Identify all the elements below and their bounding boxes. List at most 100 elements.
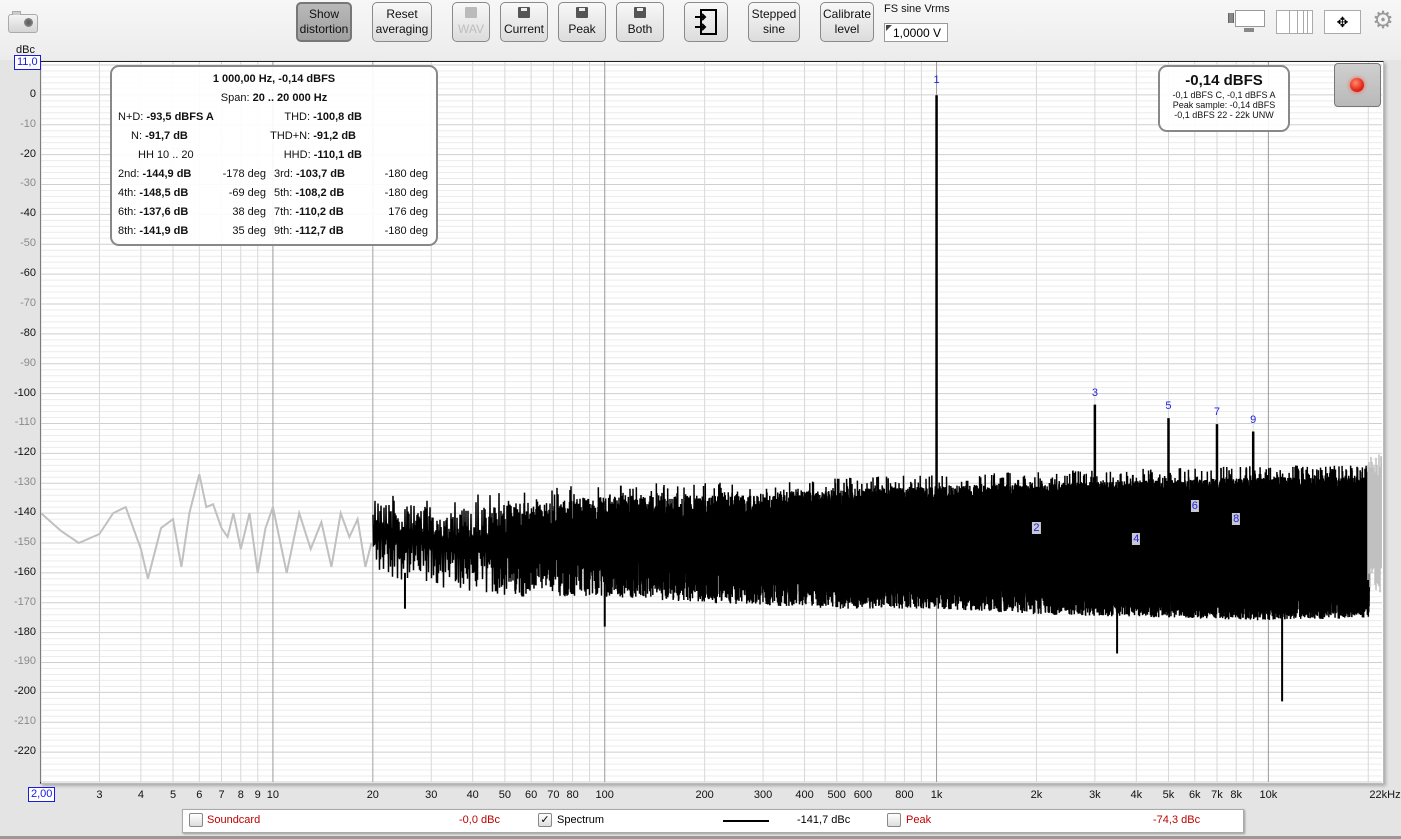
x-tick-label: 400 [795,789,814,801]
harmonic-level: 9th: -112,7 dB [274,225,344,237]
harmonic-label: 3rd: [274,168,297,180]
y-tick-label: -140 [13,506,36,519]
y-tick-label: -30 [20,177,36,190]
harmonic-phase: -180 deg [384,187,428,199]
spectrum-checkbox[interactable]: ✓ [538,813,552,827]
x-tick-label: 100 [595,789,614,801]
thd-value: -100,8 dB [313,111,362,123]
harmonic-level: 7th: -110,2 dB [274,206,344,218]
record-button[interactable] [1334,63,1381,107]
info-title: 1 000,00 Hz, -0,14 dBFS [212,73,336,85]
harmonic-level: 2nd: -144,9 dB [118,168,191,180]
y-tick-label: -210 [13,715,36,728]
harmonic-label: 2nd: [118,168,143,180]
y-tick-label: -50 [20,237,36,250]
x-tick-label: 2k [1030,789,1043,801]
x-tick-label: 8k [1230,789,1243,801]
y-tick-label: -170 [13,595,36,608]
hhd-label: HHD: [283,149,314,161]
info-span-value: 20 .. 20 000 Hz [252,92,328,104]
x-tick-label: 500 [827,789,846,801]
x-tick-label: 10 [266,789,280,801]
harmonic-label: 8th: [118,225,140,237]
x-tick-label: 70 [547,789,560,801]
info-hh: HH 10 .. 20 [138,149,194,161]
x-tick-label: 6 [196,789,203,801]
info-n: N: -91,7 dB [131,130,188,142]
harmonic-value: -141,9 dB [139,225,189,237]
y-tick-label: -130 [13,476,36,489]
level-main: -0,14 dBFS [1185,72,1263,89]
harmonic-level: 5th: -108,2 dB [274,187,344,199]
x-tick-label: 50 [498,789,511,801]
x-tick-label: 10k [1259,789,1278,801]
x-tick-label: 60 [525,789,538,801]
y-tick-label: 0 [29,87,36,100]
info-thd: THD: -100,8 dB [284,111,362,123]
harmonic-phase: -69 deg [228,187,266,199]
harmonic-value: -148,5 dB [139,187,189,199]
y-tick-label: -120 [13,446,36,459]
n-value: -91,7 dB [145,130,188,142]
harmonic-phase: 35 deg [232,225,266,237]
harmonic-label: 4th: [118,187,140,199]
x-tick-label: 800 [895,789,914,801]
harmonic-marker: 1 [933,74,940,87]
x-tick-label: 7k [1211,789,1223,801]
x-min-input[interactable]: 2,00 [28,787,56,802]
harmonic-phase: 38 deg [232,206,266,218]
soundcard-label: Soundcard [207,814,261,826]
x-tick-label: 600 [853,789,873,801]
y-tick-label: -90 [20,356,36,369]
harmonic-phase: 176 deg [388,206,428,218]
x-tick-label: 3k [1089,789,1101,801]
harmonic-phase: -180 deg [384,225,428,237]
x-tick-label: 6k [1188,789,1201,801]
info-nd: N+D: -93,5 dBFS A [118,111,214,123]
soundcard-value: -0,0 dBc [459,814,500,826]
x-tick-label: 9 [254,789,261,801]
info-thdn: THD+N: -91,2 dB [270,130,356,142]
harmonic-value: -137,6 dB [139,206,189,218]
peak-value: -74,3 dBc [1153,814,1201,826]
harmonic-value: -144,9 dB [142,168,192,180]
harmonic-label: 9th: [274,225,296,237]
y-tick-label: -190 [13,655,36,668]
x-tick-label: 5k [1162,789,1175,801]
y-tick-label: -180 [13,625,36,638]
soundcard-checkbox[interactable] [189,813,203,827]
peak-checkbox[interactable] [887,813,901,827]
nd-label: N+D: [118,111,147,123]
nd-value: -93,5 dBFS A [146,111,214,123]
thdn-value: -91,2 dB [313,130,356,142]
x-tick-label: 22kHz [1369,789,1401,801]
level-line-3: -0,1 dBFS 22 - 22k UNW [1174,110,1274,120]
hhd-value: -110,1 dB [313,149,362,161]
y-max-input[interactable]: 11,0 [14,55,41,70]
record-icon [1350,78,1364,92]
y-tick-label: -20 [20,147,36,160]
distortion-info-panel: 1 000,00 Hz, -0,14 dBFS Span: 20 .. 20 0… [110,65,438,246]
y-tick-label: -10 [20,117,36,130]
level-line-2: Peak sample: -0,14 dBFS [1172,100,1276,110]
harmonic-marker: 3 [1091,386,1098,399]
legend-bar: Soundcard -0,0 dBc ✓ Spectrum -141,7 dBc… [182,809,1244,833]
spectrum-line-swatch [723,820,769,822]
y-tick-label: -160 [13,565,36,578]
harmonic-label: 5th: [274,187,296,199]
harmonic-marker: 6 [1190,499,1199,512]
harmonic-phase: -180 deg [384,168,428,180]
x-tick-label: 200 [695,789,714,801]
y-tick-label: -40 [20,207,36,220]
harmonic-marker: 4 [1132,532,1141,545]
harmonic-level: 6th: -137,6 dB [118,206,188,218]
peak-label: Peak [906,814,932,826]
harmonic-level: 8th: -141,9 dB [118,225,188,237]
x-tick-label: 8 [237,789,244,801]
x-tick-label: 7 [218,789,225,801]
harmonic-marker: 9 [1250,413,1257,426]
x-tick-label: 30 [425,789,438,801]
x-tick-label: 20 [366,789,379,801]
x-tick-label: 4 [137,789,144,801]
harmonic-level: 3rd: -103,7 dB [274,168,345,180]
